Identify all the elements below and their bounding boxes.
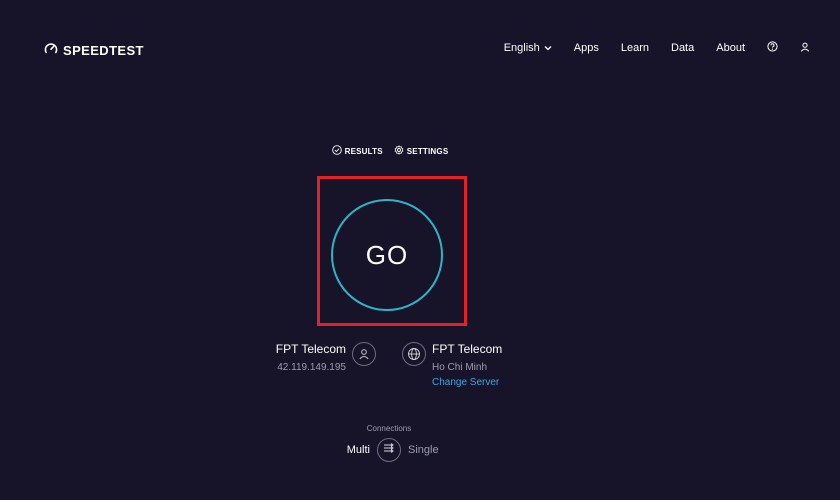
connections-label: Connections <box>366 424 412 433</box>
connections-toggle[interactable] <box>377 438 401 462</box>
speedometer-icon <box>44 41 58 59</box>
nav-language-selector[interactable]: English <box>504 40 552 56</box>
help-icon <box>767 41 778 55</box>
nav-apps-label: Apps <box>573 42 599 54</box>
gear-icon <box>394 145 404 157</box>
nav-language-label: English <box>503 42 540 54</box>
results-link[interactable]: RESULTS <box>331 145 383 157</box>
nav-learn[interactable]: Learn <box>621 40 649 56</box>
results-settings-bar: RESULTS SETTINGS <box>0 145 780 157</box>
go-label: GO <box>365 239 409 270</box>
nav-apps[interactable]: Apps <box>574 40 599 56</box>
account-button[interactable] <box>800 40 810 56</box>
connections-single-option[interactable]: Single <box>408 444 439 456</box>
go-button[interactable]: GO <box>331 199 443 311</box>
connections-multi-option[interactable]: Multi <box>347 444 370 456</box>
speedtest-page: SPEEDTEST English Apps Learn Data About <box>0 0 840 500</box>
chevron-down-icon <box>544 42 552 54</box>
nav-learn-label: Learn <box>620 42 649 54</box>
globe-icon <box>402 342 426 366</box>
nav-data-label: Data <box>671 42 695 54</box>
top-nav: English Apps Learn Data About <box>504 40 810 56</box>
help-button[interactable] <box>767 40 778 56</box>
nav-data[interactable]: Data <box>671 40 694 56</box>
isp-name: FPT Telecom <box>275 342 346 356</box>
user-icon <box>352 342 376 366</box>
logo-text: SPEEDTEST <box>63 42 144 58</box>
isp-info: FPT Telecom 42.119.149.195 <box>276 342 346 373</box>
speedtest-logo[interactable]: SPEEDTEST <box>44 41 144 59</box>
nav-about[interactable]: About <box>716 40 745 56</box>
isp-ip-address: 42.119.149.195 <box>277 362 346 373</box>
results-label: RESULTS <box>344 146 383 156</box>
nav-about-label: About <box>716 42 745 54</box>
server-location: Ho Chi Minh <box>432 362 488 373</box>
settings-link[interactable]: SETTINGS <box>394 145 449 157</box>
user-icon <box>800 42 810 55</box>
server-name: FPT Telecom <box>432 342 503 356</box>
server-info: FPT Telecom Ho Chi Minh Change Server <box>432 342 502 388</box>
check-circle-icon <box>331 145 342 157</box>
settings-label: SETTINGS <box>406 146 449 156</box>
change-server-link[interactable]: Change Server <box>432 377 502 388</box>
connections-toggle-icon <box>382 441 396 459</box>
